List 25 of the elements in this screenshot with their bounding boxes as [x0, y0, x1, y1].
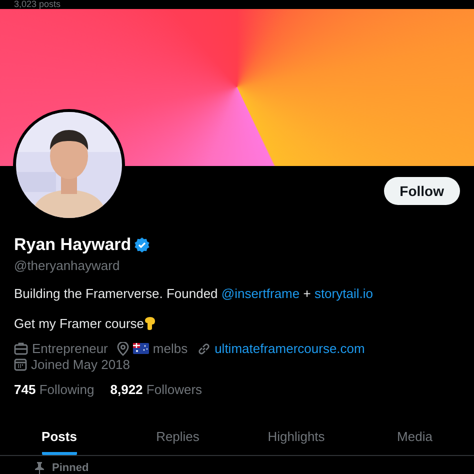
follow-button[interactable]: Follow [384, 177, 460, 205]
join-date: Joined May 2018 [31, 357, 130, 372]
website-link[interactable]: ultimateframercourse.com [214, 341, 365, 356]
follow-stat[interactable]: 8,922 Followers [110, 382, 202, 397]
pin-icon [35, 462, 44, 474]
post-count: 3,023 posts [14, 0, 61, 9]
bio-link[interactable]: storytail.io [314, 286, 373, 301]
profile-tab[interactable]: Posts [42, 419, 77, 455]
bio-text: Get my Framer course [14, 316, 144, 331]
location-text: melbs [152, 341, 188, 356]
display-name: Ryan Hayward [14, 235, 132, 255]
bio-link[interactable]: @insertframe [221, 286, 300, 301]
location-pin-icon [116, 342, 129, 356]
occupation-text: Entrepreneur [32, 341, 108, 356]
profile-tab[interactable]: Replies [156, 419, 200, 455]
link-icon [196, 342, 211, 356]
flag-icon [132, 343, 149, 354]
calendar-icon [14, 358, 27, 371]
username: @theryanhayward [14, 258, 121, 273]
follow-stat[interactable]: 745 Following [14, 382, 94, 397]
profile-tab[interactable]: Highlights [268, 419, 325, 455]
briefcase-icon [14, 342, 28, 355]
pinned-label: Pinned [52, 462, 89, 474]
bio-text: Building the Framerverse. Founded @insertframe + storytail.io [14, 286, 374, 301]
profile-tab[interactable]: Media [397, 419, 432, 455]
